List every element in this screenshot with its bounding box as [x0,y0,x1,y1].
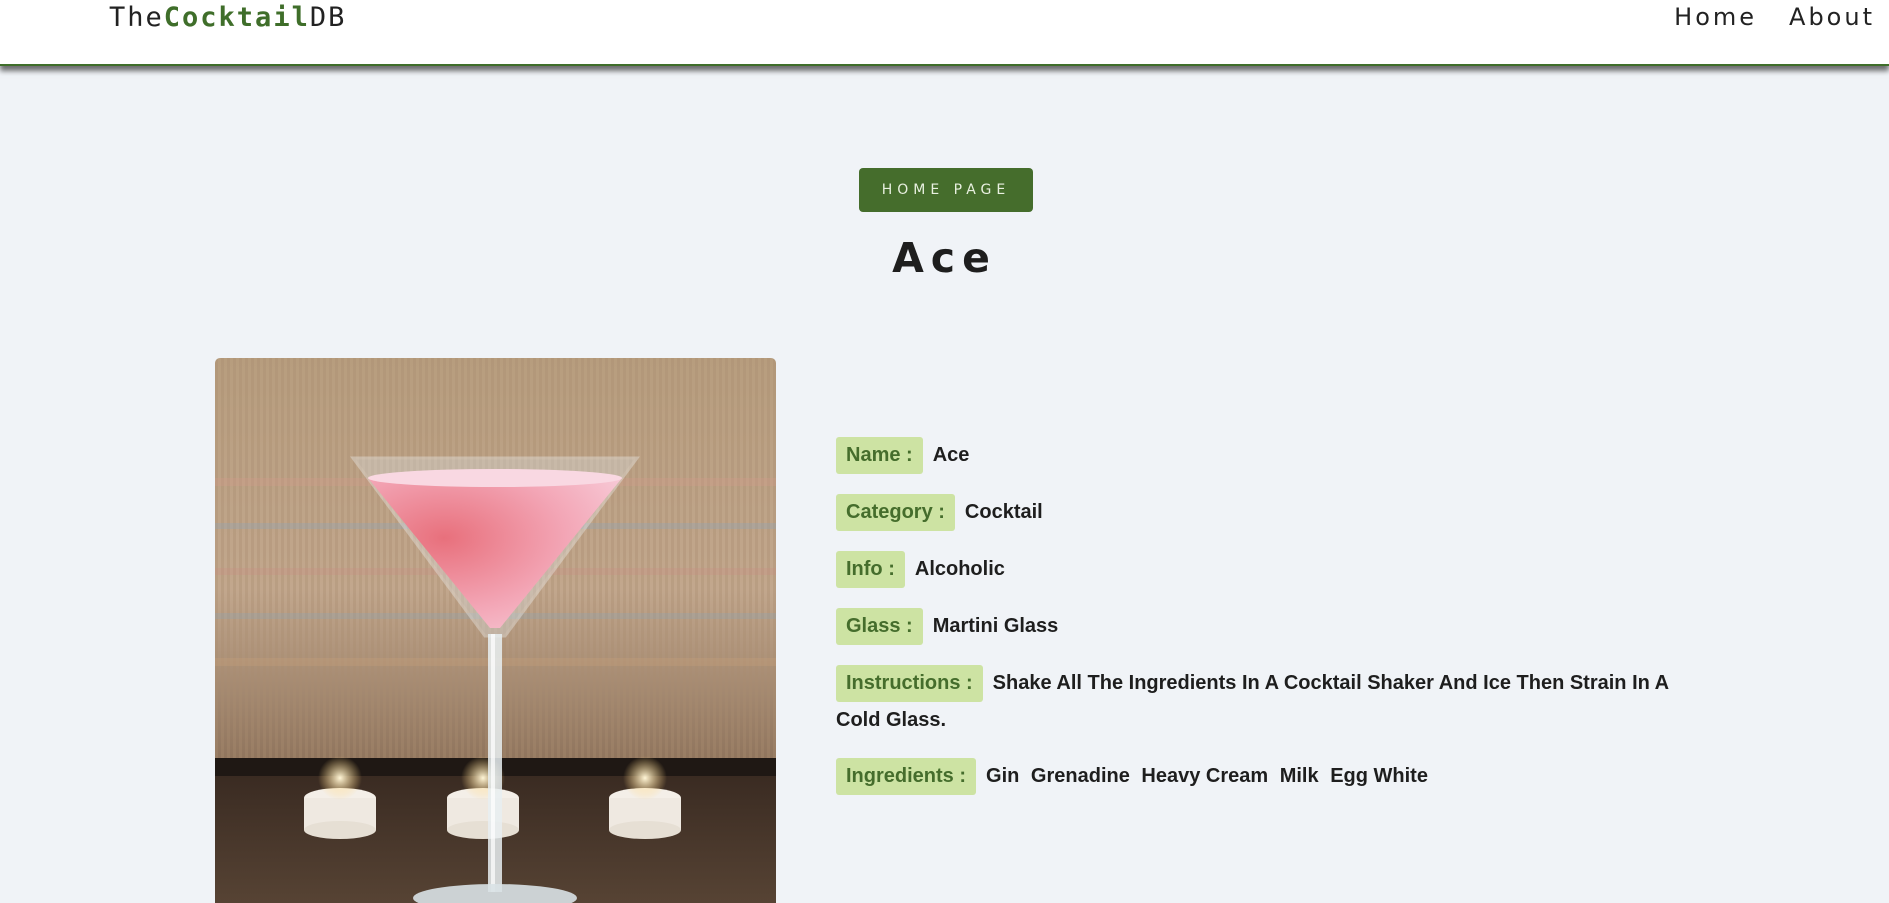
ingredient-item: Grenadine [1030,765,1130,787]
logo-highlight: Cocktail [163,2,310,33]
name-value: Ace [932,444,970,466]
cocktail-image [215,358,776,903]
site-logo[interactable]: TheCocktailDB [109,2,346,33]
info-value: Alcoholic [914,558,1005,580]
ingredient-item: Egg White [1330,765,1428,787]
navbar: TheCocktailDB Home About [0,0,1889,66]
info-row-glass: Glass : Martini Glass [836,608,1676,645]
nav-link-home[interactable]: Home [1674,3,1757,31]
ingredient-item: Milk [1279,765,1319,787]
nav-link-about[interactable]: About [1789,3,1875,31]
drink-title: Ace [892,234,997,282]
instructions-label: Instructions : [836,665,983,702]
glass-value: Martini Glass [932,615,1059,637]
name-label: Name : [836,437,923,474]
info-row-instructions: Instructions : Shake All The Ingredients … [836,665,1676,738]
category-label: Category : [836,494,955,531]
info-row-info: Info : Alcoholic [836,551,1676,588]
ingredient-item: Gin [986,765,1020,787]
info-row-ingredients: Ingredients : Gin Grenadine Heavy Cream M… [836,758,1676,795]
ingredients-label: Ingredients : [836,758,977,795]
ingredient-item: Heavy Cream [1141,765,1269,787]
info-row-name: Name : Ace [836,437,1676,474]
drink-info: Name : Ace Category : Cocktail Info : Alcoh… [836,437,1676,815]
glass-label: Glass : [836,608,923,645]
info-label: Info : [836,551,905,588]
home-page-button[interactable]: HOME PAGE [859,168,1033,212]
info-row-category: Category : Cocktail [836,494,1676,531]
nav-links: Home About [1674,3,1875,31]
logo-prefix: The [109,2,164,33]
category-value: Cocktail [964,501,1043,523]
logo-suffix: DB [309,2,347,33]
